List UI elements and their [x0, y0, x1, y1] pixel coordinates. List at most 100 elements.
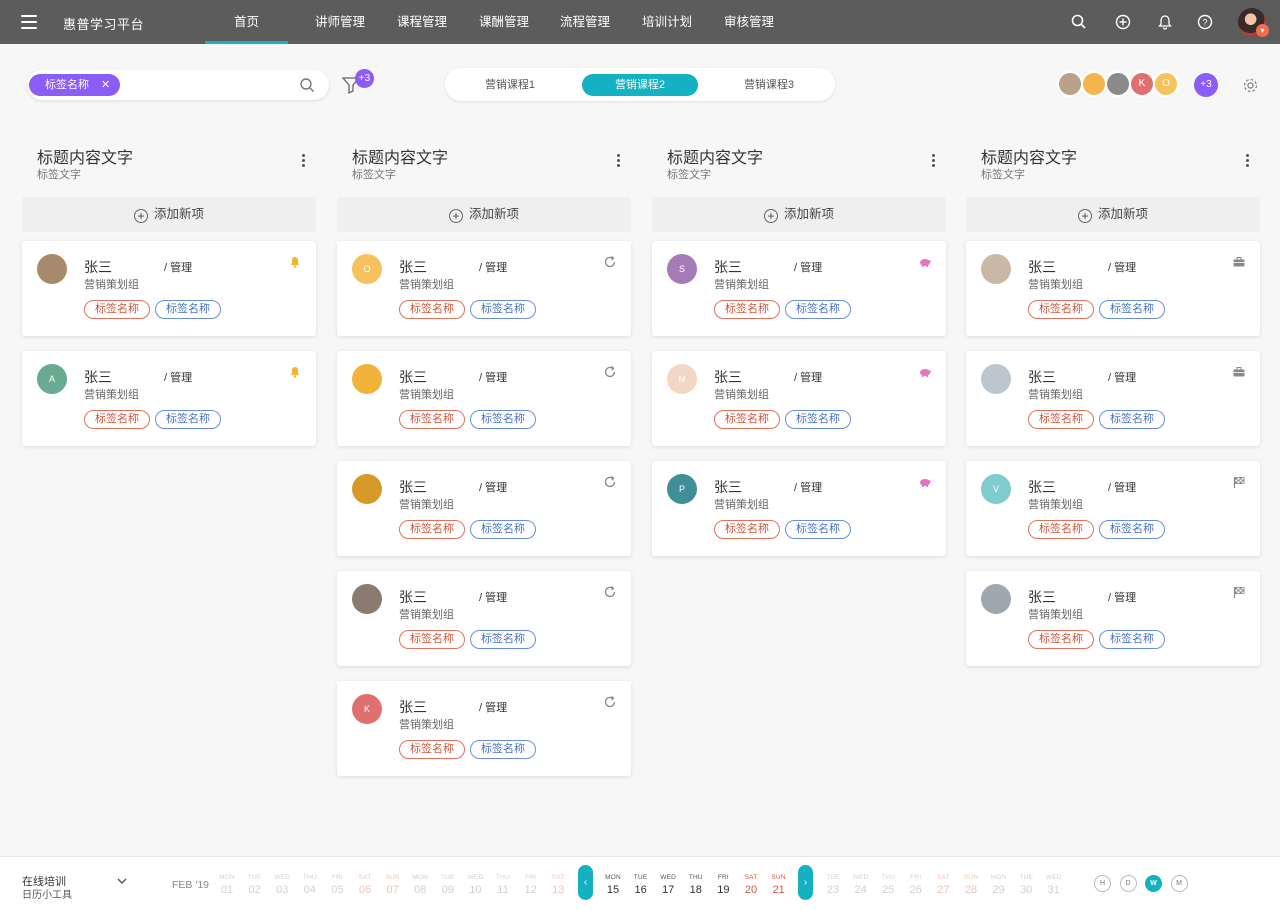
- calendar-day[interactable]: SAT 27: [931, 874, 955, 896]
- tag-blue[interactable]: 标签名称: [470, 630, 536, 649]
- team-more-badge[interactable]: +3: [1194, 73, 1218, 97]
- calendar-day[interactable]: WED 03: [270, 874, 294, 896]
- calendar-day[interactable]: MON 01: [215, 874, 239, 896]
- piggy-bank-icon[interactable]: [918, 475, 932, 489]
- search-icon[interactable]: [299, 77, 315, 93]
- add-item-button[interactable]: + 添加新项: [337, 197, 631, 232]
- view-button-m[interactable]: M: [1170, 875, 1188, 892]
- calendar-day[interactable]: THU 04: [298, 874, 322, 896]
- briefcase-icon[interactable]: [1232, 255, 1246, 269]
- chevron-down-icon[interactable]: ▾: [1256, 24, 1269, 37]
- piggy-bank-icon[interactable]: [918, 365, 932, 379]
- calendar-day[interactable]: MON 08: [408, 874, 432, 896]
- team-member-avatar[interactable]: O: [1153, 71, 1179, 97]
- tag-red[interactable]: 标签名称: [399, 520, 465, 539]
- checkered-flag-icon[interactable]: [1232, 585, 1246, 599]
- kanban-card[interactable]: 张三 / 管理 营销策划组 标签名称 标签名称: [22, 241, 316, 336]
- tab-course-3[interactable]: 营销课程3: [713, 74, 825, 96]
- search-input[interactable]: 标签名称 ✕: [27, 70, 329, 100]
- team-member-avatar[interactable]: K: [1129, 71, 1155, 97]
- calendar-day[interactable]: FRI 19: [711, 874, 735, 896]
- nav-process[interactable]: 流程管理: [551, 0, 619, 44]
- add-circle-icon[interactable]: [1113, 12, 1133, 32]
- refresh-icon[interactable]: [603, 255, 617, 269]
- calendar-day[interactable]: WED 10: [463, 874, 487, 896]
- calendar-day[interactable]: THU 25: [876, 874, 900, 896]
- nav-courses[interactable]: 课程管理: [388, 0, 456, 44]
- tag-red[interactable]: 标签名称: [399, 410, 465, 429]
- tag-blue[interactable]: 标签名称: [470, 410, 536, 429]
- calendar-day[interactable]: FRI 12: [519, 874, 543, 896]
- nav-lecturers[interactable]: 讲师管理: [306, 0, 374, 44]
- search-icon[interactable]: [1069, 12, 1089, 32]
- calendar-day[interactable]: TUE 16: [629, 874, 653, 896]
- tag-red[interactable]: 标签名称: [1028, 300, 1094, 319]
- calendar-day[interactable]: MON 29: [987, 874, 1011, 896]
- piggy-bank-icon[interactable]: [918, 255, 932, 269]
- bell-icon[interactable]: [1155, 12, 1175, 32]
- kanban-card[interactable]: 张三 / 管理 营销策划组 标签名称 标签名称: [337, 571, 631, 666]
- kanban-card[interactable]: V 张三 / 管理 营销策划组 标签名称 标签名称: [966, 461, 1260, 556]
- kanban-card[interactable]: 张三 / 管理 营销策划组 标签名称 标签名称: [337, 461, 631, 556]
- kanban-card[interactable]: P 张三 / 管理 营销策划组 标签名称 标签名称: [652, 461, 946, 556]
- tag-blue[interactable]: 标签名称: [155, 410, 221, 429]
- tag-red[interactable]: 标签名称: [714, 300, 780, 319]
- calendar-day[interactable]: SAT 20: [739, 874, 763, 896]
- kanban-card[interactable]: 张三 / 管理 营销策划组 标签名称 标签名称: [966, 571, 1260, 666]
- bell-icon[interactable]: [288, 365, 302, 379]
- view-button-h[interactable]: H: [1094, 875, 1111, 892]
- tag-red[interactable]: 标签名称: [1028, 520, 1094, 539]
- tab-course-1[interactable]: 营销课程1: [455, 74, 565, 96]
- checkered-flag-icon[interactable]: [1232, 475, 1246, 489]
- kanban-card[interactable]: S 张三 / 管理 营销策划组 标签名称 标签名称: [652, 241, 946, 336]
- calendar-day[interactable]: FRI 26: [904, 874, 928, 896]
- close-icon[interactable]: ✕: [101, 74, 110, 96]
- menu-icon[interactable]: [21, 15, 37, 29]
- tag-blue[interactable]: 标签名称: [1099, 630, 1165, 649]
- kanban-card[interactable]: M 张三 / 管理 营销策划组 标签名称 标签名称: [652, 351, 946, 446]
- calendar-day[interactable]: SUN 07: [381, 874, 405, 896]
- kanban-card[interactable]: 张三 / 管理 营销策划组 标签名称 标签名称: [966, 351, 1260, 446]
- calendar-day[interactable]: WED 17: [656, 874, 680, 896]
- chevron-down-icon[interactable]: [116, 875, 128, 887]
- calendar-day[interactable]: TUE 09: [436, 874, 460, 896]
- add-item-button[interactable]: + 添加新项: [966, 197, 1260, 232]
- tag-red[interactable]: 标签名称: [1028, 410, 1094, 429]
- tag-red[interactable]: 标签名称: [1028, 630, 1094, 649]
- calendar-day[interactable]: WED 24: [849, 874, 873, 896]
- tag-blue[interactable]: 标签名称: [470, 740, 536, 759]
- tag-blue[interactable]: 标签名称: [785, 520, 851, 539]
- calendar-day[interactable]: FRI 05: [325, 874, 349, 896]
- tag-red[interactable]: 标签名称: [714, 520, 780, 539]
- tag-red[interactable]: 标签名称: [399, 740, 465, 759]
- tag-blue[interactable]: 标签名称: [470, 300, 536, 319]
- tag-blue[interactable]: 标签名称: [1099, 520, 1165, 539]
- calendar-day[interactable]: THU 11: [491, 874, 515, 896]
- chevron-right-icon[interactable]: ›: [798, 865, 813, 900]
- tab-course-2[interactable]: 营销课程2: [582, 74, 698, 96]
- calendar-day[interactable]: MON 15: [601, 874, 625, 896]
- team-member-avatar[interactable]: [1057, 71, 1083, 97]
- filter-chip[interactable]: 标签名称 ✕: [29, 74, 121, 96]
- user-avatar[interactable]: ▾: [1238, 8, 1269, 37]
- kanban-card[interactable]: K 张三 / 管理 营销策划组 标签名称 标签名称: [337, 681, 631, 776]
- calendar-day[interactable]: TUE 02: [243, 874, 267, 896]
- tag-blue[interactable]: 标签名称: [1099, 410, 1165, 429]
- tag-red[interactable]: 标签名称: [399, 300, 465, 319]
- tag-blue[interactable]: 标签名称: [155, 300, 221, 319]
- refresh-icon[interactable]: [603, 365, 617, 379]
- team-member-avatar[interactable]: [1081, 71, 1107, 97]
- team-member-avatar[interactable]: [1105, 71, 1131, 97]
- view-button-d[interactable]: D: [1119, 875, 1137, 892]
- tag-red[interactable]: 标签名称: [84, 300, 150, 319]
- nav-fees[interactable]: 课酬管理: [470, 0, 538, 44]
- help-icon[interactable]: ?: [1195, 12, 1215, 32]
- nav-review[interactable]: 审核管理: [715, 0, 783, 44]
- tag-blue[interactable]: 标签名称: [785, 410, 851, 429]
- tag-blue[interactable]: 标签名称: [1099, 300, 1165, 319]
- more-vertical-icon[interactable]: [617, 154, 621, 170]
- refresh-icon[interactable]: [603, 585, 617, 599]
- kanban-card[interactable]: 张三 / 管理 营销策划组 标签名称 标签名称: [966, 241, 1260, 336]
- nav-home[interactable]: 首页: [205, 0, 288, 44]
- more-vertical-icon[interactable]: [1246, 154, 1250, 170]
